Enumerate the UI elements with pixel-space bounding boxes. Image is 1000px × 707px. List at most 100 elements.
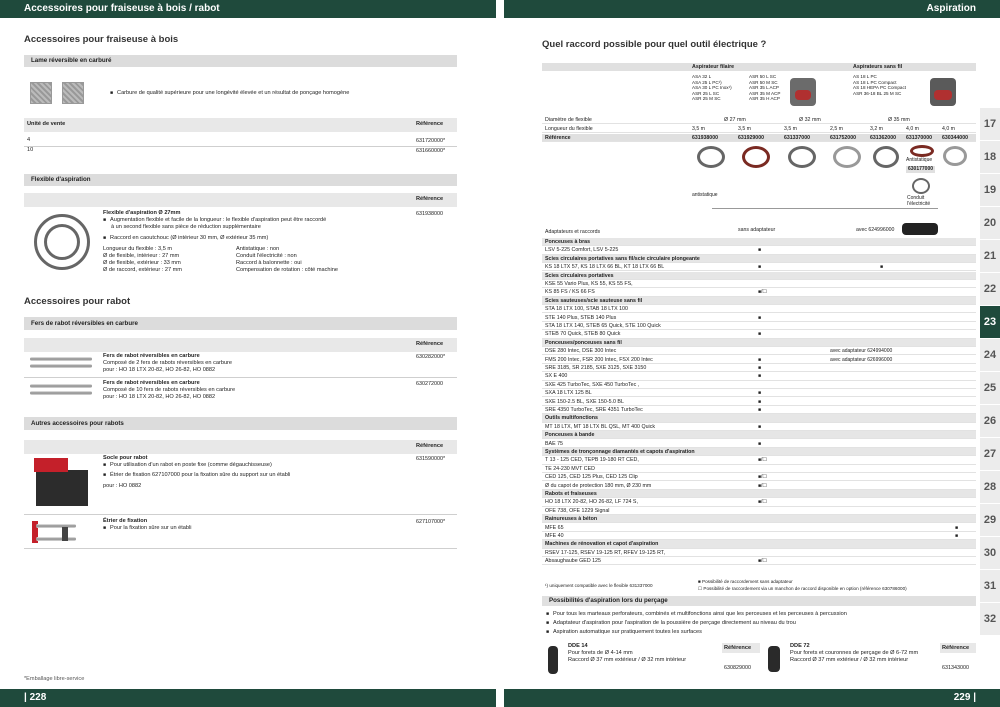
chapter-tab-26[interactable]: 26 (980, 405, 1000, 438)
hose-ref: 631938000 (416, 211, 443, 217)
filaire-models-a: ASA 32 L ASA 25 L PC¹) ASA 30 L PC Inox¹) A… (692, 74, 732, 102)
hose-length: 3,5 m (692, 126, 705, 132)
diam-35: Ø 35 mm (888, 117, 910, 123)
row-label: STEB 70 Quick, STEB 80 Quick (545, 331, 621, 338)
category-row: Systèmes de tronçonnage diamantés et cap… (542, 448, 976, 457)
drill-bullet-1: Pour tous les marteaux perforateurs, com… (546, 611, 847, 618)
blade-icon (30, 82, 52, 104)
clamp-bullet-1: Pour la fixation sûre sur un établi (103, 525, 191, 532)
dde14-image (548, 646, 558, 674)
diam-32: Ø 32 mm (799, 117, 821, 123)
antistatique-label-2: Antistatique (906, 157, 933, 163)
chapter-tab-30[interactable]: 30 (980, 537, 1000, 570)
row-label: Scies circulaires portatives sans fil/sc… (545, 255, 700, 262)
machine-row: DSE 280 Intec, DSE 300 Intec (542, 347, 976, 356)
avec-adapt: avec 624996000 (856, 227, 895, 233)
blade-desc: Carbure de qualité supérieure pour une l… (110, 90, 349, 97)
hose-27-red-image (742, 146, 770, 168)
compat-mark: avec adaptateur 624994000 (830, 348, 893, 355)
chapter-tab-17[interactable]: 17 (980, 108, 1000, 141)
row-label: Machines de rénovation et capot d'aspira… (545, 541, 659, 548)
dde72-line2: Raccord Ø 37 mm extérieur / Ø 32 mm inté… (790, 657, 909, 663)
chapter-tab-32[interactable]: 32 (980, 603, 1000, 636)
row-label: Scies circulaires portatives (545, 272, 614, 279)
right-page-header: Aspiration (504, 0, 1000, 18)
compat-mark: ■/☐ (758, 558, 767, 565)
blade-ref-1: 631720000* (416, 138, 446, 144)
compat-mark: ■/☐ (758, 457, 767, 464)
chapter-tab-22[interactable]: 22 (980, 273, 1000, 306)
section-blade: Lame réversible en carburé (24, 55, 457, 67)
hose-spec-l4: Ø de raccord, extérieur : 27 mm (103, 267, 182, 273)
dde14-line2: Raccord Ø 37 mm extérieur / Ø 32 mm inté… (568, 657, 687, 663)
chapter-tab-23[interactable]: 23 (980, 306, 1000, 339)
chapter-tab-27[interactable]: 27 (980, 438, 1000, 471)
conduct-hose-image (912, 178, 930, 194)
model-header-bar (542, 63, 976, 71)
compat-mark: ■ (758, 373, 762, 380)
hose-ref: 631362000 (870, 135, 896, 141)
ref-label: Référence (416, 443, 444, 449)
row-label: STA 18 LTX 140, STEB 65 Quick, STE 100 Q… (545, 323, 661, 329)
clamp-ref: 627107000* (416, 519, 446, 525)
irons-table-header: Référence (24, 338, 457, 352)
row-label: SXA 18 LTX 125 BL (545, 390, 592, 397)
extra-ref: 630177000 (906, 166, 936, 174)
hose-length: 3,2 m (870, 126, 883, 132)
chapter-tab-18[interactable]: 18 (980, 141, 1000, 174)
compat-mark: ■/☐ (758, 289, 767, 296)
dde72-image (768, 646, 780, 672)
row-label: SRE 4350 TurboTec, SRE 4351 TurboTec (545, 407, 643, 413)
hose-image-inner (44, 224, 80, 260)
chapter-tab-20[interactable]: 20 (980, 207, 1000, 240)
hose-length: 2,5 m (830, 126, 843, 132)
blade-ref-2: 631660000* (416, 148, 446, 154)
row-label: SXE 150-2.5 BL, SXE 150-5.0 BL (545, 398, 624, 405)
chapter-tab-21[interactable]: 21 (980, 240, 1000, 273)
section-other: Autres accessoires pour rabots (24, 417, 457, 430)
footnote: *Emballage libre-service (24, 676, 85, 682)
hose-bullet-1b: à un second flexible sans pièce de réduc… (111, 224, 261, 230)
iron1-ref: 630282000* (416, 354, 446, 360)
compat-mark: ■ (758, 423, 762, 430)
machine-row: OFE 738, OFE 1229 Signal (542, 507, 976, 516)
vacuum-image-accent (795, 90, 811, 100)
row-label: FMS 200 Intec, FSR 200 Intec, FSX 200 In… (545, 356, 653, 363)
col-sansfil: Aspirateurs sans fil (853, 64, 903, 70)
sans-adapt: sans adaptateur (738, 227, 776, 233)
blade-icon (62, 82, 84, 104)
filaire-models-b: ASR 50 L SC ASR 50 M SC ASR 35 L ACP ASR 35… (749, 74, 780, 102)
iron2-line2: pour : HO 18 LTX 20-82, HO 26-82, HO 088… (103, 394, 216, 400)
section-irons: Fers de rabot réversibles en carbure (24, 317, 457, 330)
divider (24, 146, 457, 147)
model-name: ASR 35 L ACP (749, 85, 779, 91)
foot1: ¹) uniquement compatible avec le flexibl… (545, 583, 653, 588)
hose-27-image (697, 146, 725, 168)
compat-mark: ■ (758, 390, 762, 397)
chapter-tab-28[interactable]: 28 (980, 471, 1000, 504)
row-label: Ponceuses/ponceuses sans fil (545, 339, 622, 346)
chapter-tab-31[interactable]: 31 (980, 570, 1000, 603)
chapter-tab-25[interactable]: 25 (980, 372, 1000, 405)
chapter-tab-24[interactable]: 24 (980, 339, 1000, 372)
planer-stand-image (36, 470, 88, 506)
row-label: T 13 - 125 CED, TEPB 19-180 RT CED, (545, 457, 639, 464)
category-row: Scies circulaires portatives sans fil/sc… (542, 254, 976, 264)
right-page-number: 229 | (504, 689, 1000, 707)
clamp-bar (36, 524, 76, 528)
chapter-tab-29[interactable]: 29 (980, 504, 1000, 537)
dde72-ref: 631343000 (942, 665, 969, 671)
diam-27: Ø 27 mm (724, 117, 746, 123)
compat-mark: ■ (758, 398, 762, 405)
hose-length: 3,5 m (784, 126, 797, 132)
drill-bullet-3: Aspiration automatique sur pratiquement … (546, 629, 702, 636)
stand-bullet-2: Étrier de fixation 627107000 pour la fix… (103, 472, 290, 479)
category-row: Ponceuses/ponceuses sans fil (542, 338, 976, 348)
chapter-tab-19[interactable]: 19 (980, 174, 1000, 207)
dde14-ref: 630829000 (724, 665, 751, 671)
foot3: ☐ Possibilité de raccordement via un man… (698, 586, 907, 591)
row-label: CED 125, CED 125 Plus, CED 125 Clip (545, 474, 638, 481)
hose-length: 4,0 m (906, 126, 919, 132)
dde14-ref-label: Référence (722, 643, 760, 653)
hose-ref: 631929000 (738, 135, 764, 141)
